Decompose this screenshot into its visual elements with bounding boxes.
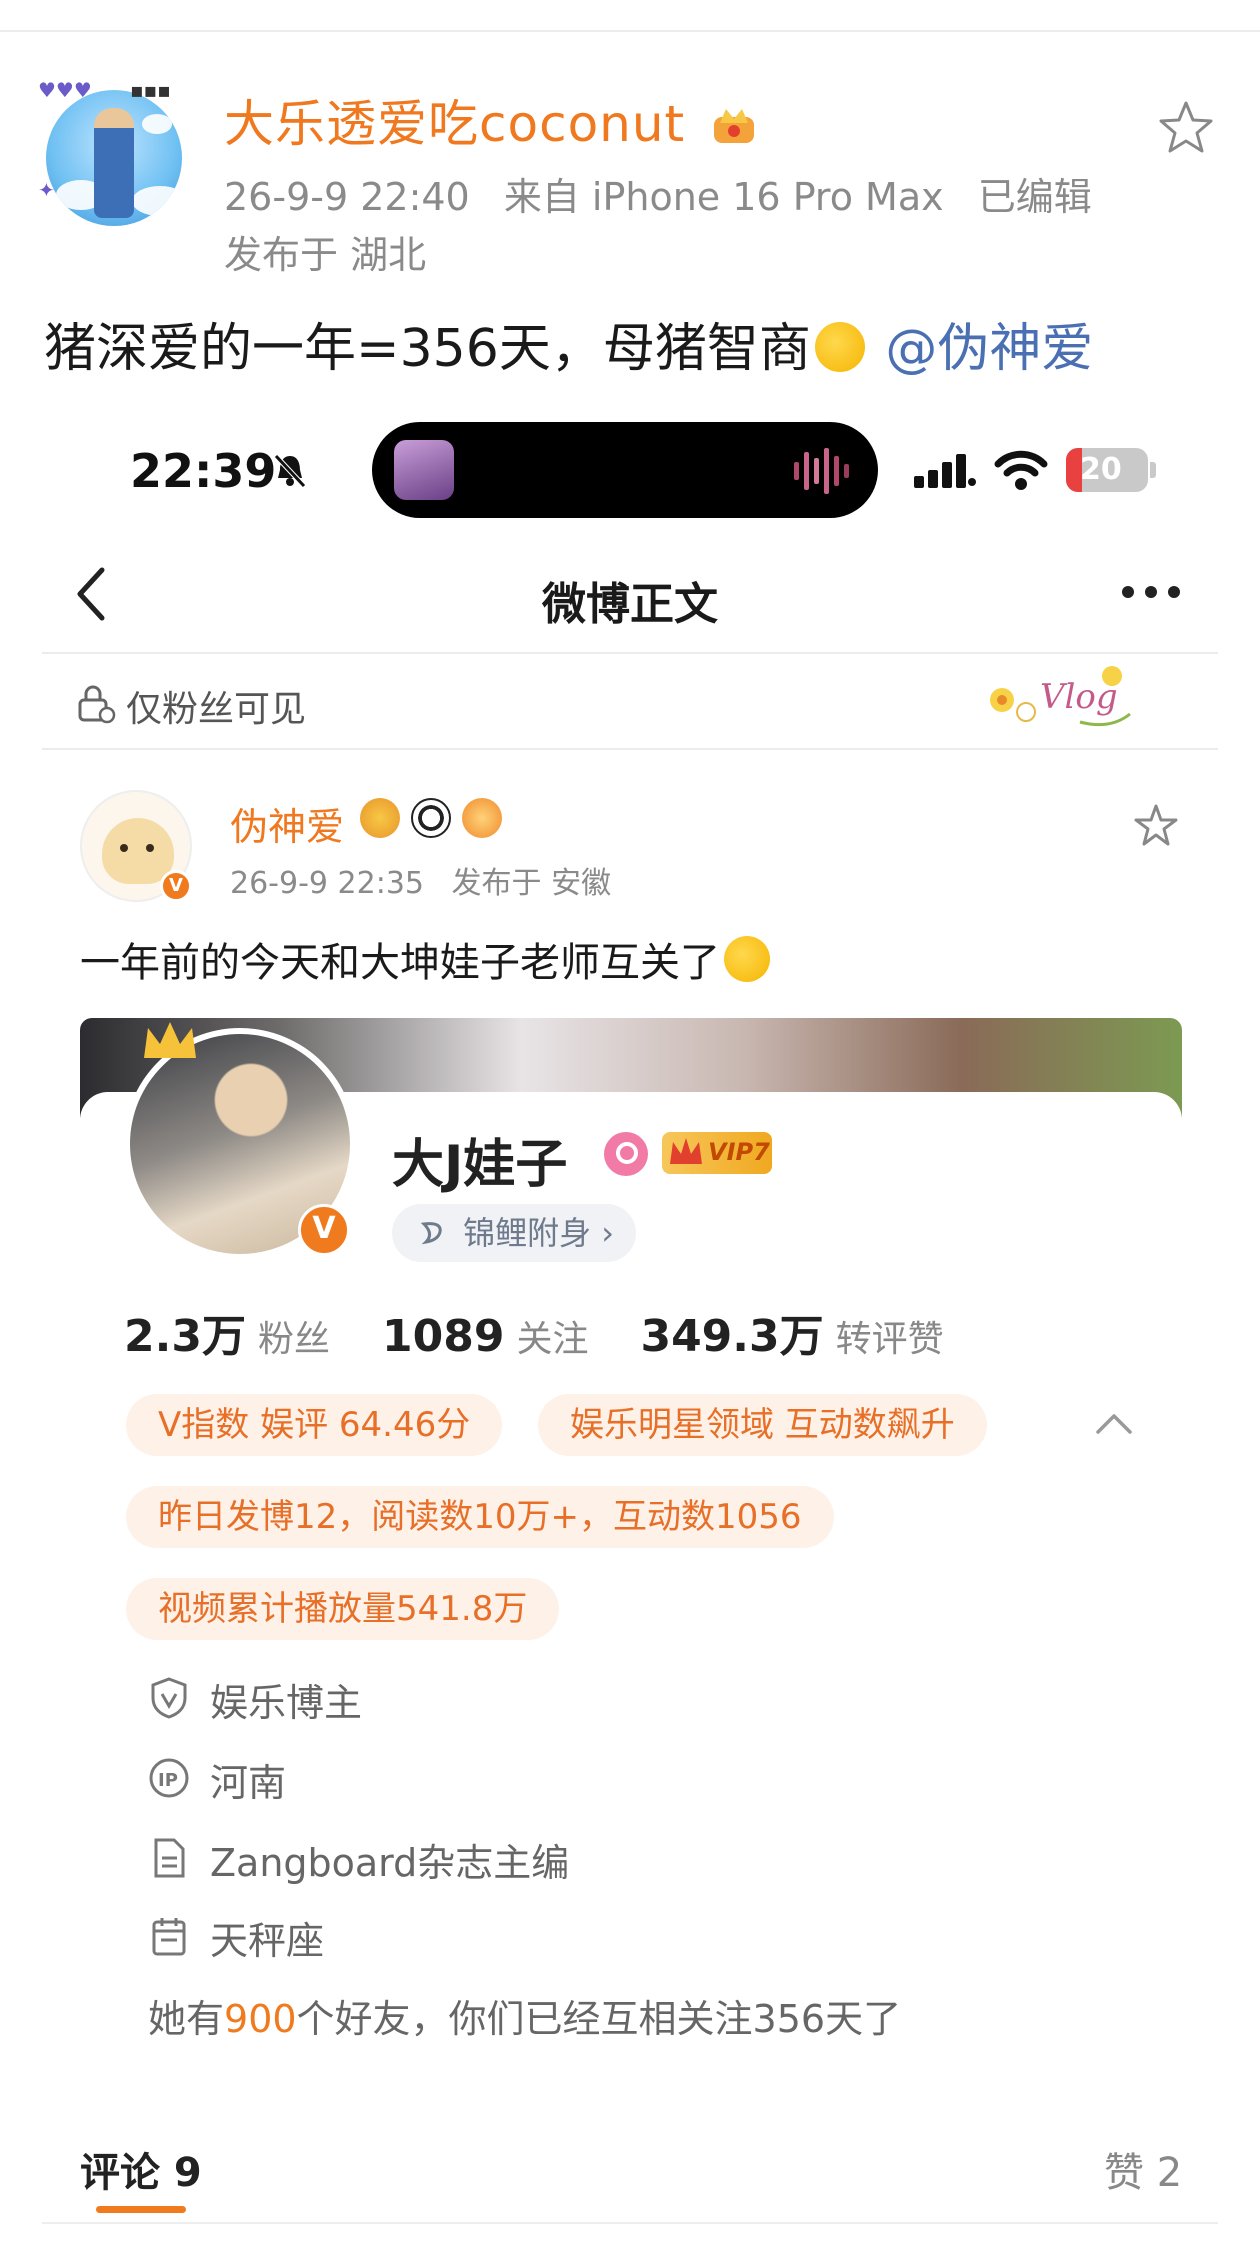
- heart-deco-icon: ♥♥♥: [38, 78, 92, 102]
- crown-badge-icon: [714, 109, 755, 143]
- visibility-divider: [42, 748, 1218, 750]
- edited-label[interactable]: 已编辑: [978, 175, 1092, 219]
- info-category: 娱乐博主: [210, 1681, 363, 1725]
- inner-post-meta: 26-9-9 22:35 发布于 安徽: [230, 858, 629, 902]
- shield-v-icon: [151, 1677, 187, 1719]
- video-plays-chip[interactable]: 视频累计播放量541.8万: [126, 1578, 560, 1640]
- status-time: 22:39: [130, 444, 277, 498]
- daily-stats-chip[interactable]: 昨日发博12，阅读数10万+，互动数1056: [126, 1486, 834, 1548]
- vlog-sticker-icon: Vlog: [990, 666, 1131, 727]
- inner-post-time: 26-9-9 22:35: [230, 866, 424, 901]
- koi-label: 锦鲤附身 ›: [463, 1214, 615, 1252]
- v-index-chip[interactable]: V指数 娱评 64.46分: [126, 1394, 503, 1456]
- visibility-label: 仅粉丝可见: [126, 689, 307, 730]
- crown-badge-icon: [360, 798, 400, 838]
- sweat-emoji-icon: [814, 322, 865, 372]
- inner-favorite-star-icon[interactable]: [1132, 802, 1180, 850]
- post-location: 发布于 湖北: [224, 233, 427, 277]
- outer-author-avatar[interactable]: ♥♥♥ ▪▪▪ ✦: [38, 78, 188, 228]
- fans-count[interactable]: 2.3万: [124, 1311, 246, 1362]
- svg-text:IP: IP: [158, 1770, 178, 1791]
- status-bar: 22:39 20: [0, 420, 1260, 520]
- mutual-follow-text: 她有900个好友，你们已经互相关注356天了: [148, 1988, 901, 2043]
- vip-level: VIP7: [708, 1138, 770, 1166]
- ip-icon: IP: [149, 1758, 189, 1798]
- interactions-label: 转评赞: [835, 1319, 944, 1360]
- tab-comments[interactable]: 评论 9: [80, 2140, 202, 2198]
- mute-bell-icon: [274, 454, 306, 488]
- wifi-icon: [994, 450, 1048, 490]
- chat-deco-icon: ▪▪▪: [130, 78, 171, 102]
- profile-name: 大J娃子: [392, 1135, 568, 1195]
- nav-bar: 微博正文: [0, 550, 1260, 640]
- nav-divider: [42, 652, 1218, 654]
- koi-fish-icon: [420, 1222, 442, 1245]
- battery-indicator: 20: [1066, 448, 1148, 492]
- vip-crown-icon: [670, 1138, 702, 1164]
- top-divider: [0, 30, 1260, 32]
- profile-verified-v-icon: V: [298, 1204, 350, 1256]
- outer-post-text: 猪深爱的一年=356天，母猪智商 @伪神爱: [44, 319, 1094, 379]
- outer-author-name[interactable]: 大乐透爱吃coconut: [224, 84, 758, 156]
- inner-author-badges: [360, 798, 508, 838]
- dynamic-island[interactable]: [372, 422, 878, 518]
- info-job: Zangboard杂志主编: [210, 1841, 570, 1885]
- post-time: 26-9-9 22:40: [224, 175, 470, 219]
- emoji-badge-icon: [462, 798, 503, 838]
- profile-stats: 2.3万 粉丝 1089 关注 349.3万 转评赞: [124, 1300, 996, 1364]
- inner-author-name[interactable]: 伪神爱: [230, 796, 344, 851]
- domain-chip[interactable]: 娱乐明星领域 互动数飙升: [538, 1394, 987, 1456]
- outer-post-meta: 26-9-9 22:40 来自 iPhone 16 Pro Max 已编辑: [224, 166, 1114, 221]
- battery-tip: [1150, 462, 1156, 478]
- vip-badge[interactable]: VIP7: [662, 1132, 772, 1174]
- nav-title: 微博正文: [542, 579, 718, 630]
- weibo-screenshot-page: ♥♥♥ ▪▪▪ ✦ 大乐透爱吃coconut 26-9-9 22:40 来自 i…: [0, 0, 1260, 2247]
- verified-v-badge-icon: V: [160, 870, 192, 902]
- friends-count[interactable]: 900: [224, 1997, 297, 2041]
- tab-likes[interactable]: 赞 2: [1104, 2140, 1182, 2198]
- battery-level: 20: [1080, 452, 1122, 487]
- mention-link[interactable]: @伪神爱: [885, 319, 1093, 379]
- koi-badge-button[interactable]: 锦鲤附身 ›: [392, 1204, 637, 1262]
- following-count[interactable]: 1089: [382, 1311, 504, 1362]
- sparkle-deco-icon: ✦: [38, 178, 55, 202]
- friends-suffix: 个好友，你们已经互相关注356天了: [296, 1997, 902, 2041]
- calendar-icon: [152, 1918, 186, 1956]
- avatar-crown-icon: [144, 1022, 196, 1058]
- avatar-photo: [46, 90, 182, 226]
- interactions-count[interactable]: 349.3万: [640, 1311, 823, 1362]
- now-playing-artwork: [394, 440, 454, 500]
- info-zodiac: 天秤座: [210, 1919, 325, 1963]
- laugh-cry-emoji-icon: [724, 936, 770, 982]
- favorite-star-icon[interactable]: [1156, 98, 1216, 158]
- inner-post-text: 一年前的今天和大坤娃子老师互关了: [80, 930, 774, 988]
- tabs-divider: [42, 2222, 1218, 2224]
- post-source: 来自 iPhone 16 Pro Max: [503, 175, 944, 219]
- cellular-signal-icon: [914, 454, 976, 488]
- friends-prefix: 她有: [148, 1997, 225, 2041]
- document-icon: [154, 1838, 185, 1878]
- fans-label: 粉丝: [257, 1319, 330, 1360]
- info-ip: 河南: [210, 1761, 287, 1805]
- inner-post-location: 发布于 安徽: [451, 866, 612, 901]
- panda-badge-icon: [411, 798, 452, 838]
- fans-lock-icon: [78, 685, 116, 724]
- active-tab-indicator: [96, 2206, 186, 2213]
- audio-waveform-icon: [794, 448, 849, 494]
- more-dots-icon[interactable]: [1120, 572, 1182, 612]
- following-label: 关注: [516, 1319, 589, 1360]
- female-gender-icon: [604, 1132, 648, 1176]
- collapse-chevron-up-icon[interactable]: [1094, 1410, 1134, 1436]
